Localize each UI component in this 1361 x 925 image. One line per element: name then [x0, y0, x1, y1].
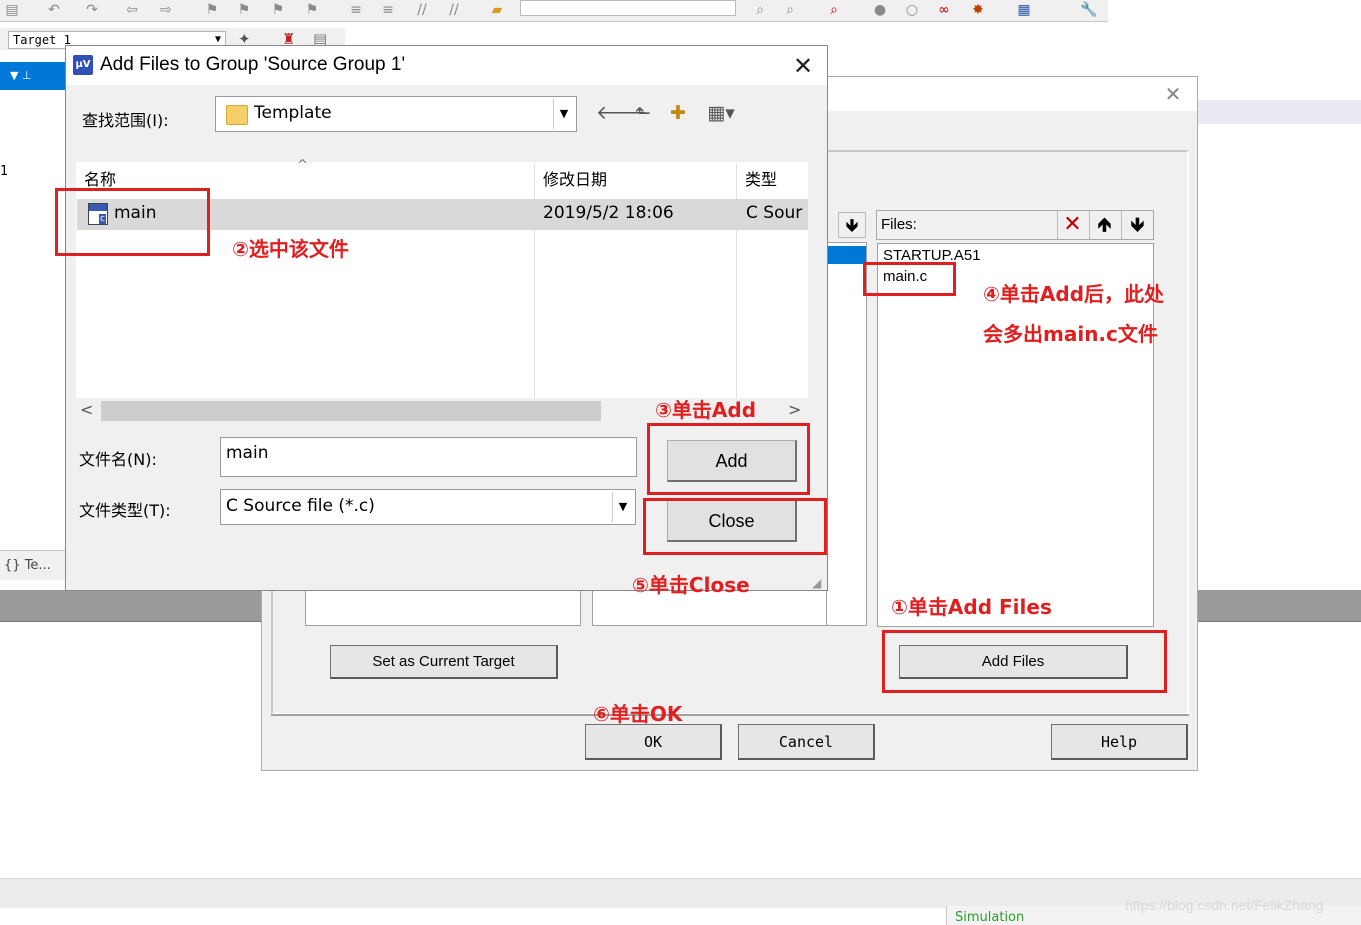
annotation-step3: ③单击Add — [655, 398, 757, 422]
file-date-cell: 2019/5/2 18:06 — [543, 203, 674, 223]
line-number: 1 — [0, 164, 9, 179]
up-folder-icon[interactable]: ⬑ — [630, 100, 656, 126]
filetype-label: 文件类型(T): — [79, 501, 171, 520]
selected-group-row[interactable] — [827, 246, 866, 264]
tools-icon[interactable]: 🔧 — [1080, 2, 1097, 18]
kill-breakpoints-icon[interactable]: ✸ — [970, 2, 986, 18]
toolbar-icon[interactable]: ▤ — [4, 2, 20, 18]
scrollbar-thumb[interactable] — [101, 401, 601, 421]
bookmark-prev-icon[interactable]: ⚑ — [236, 2, 252, 18]
groups-list-panel[interactable] — [826, 242, 867, 626]
ide-toolbar: ▤ ↶ ↷ ⇦ ⇨ ⚑ ⚑ ⚑ ⚑ ≡ ≡ // // ▰ ⌕ ⌕ ⌕ ● ○ … — [0, 0, 1108, 22]
comment-icon[interactable]: // — [414, 2, 430, 18]
project-tab-label: Te... — [24, 558, 51, 573]
filetype-value: C Source file (*.c) — [226, 496, 375, 516]
annotation-box-add — [647, 423, 810, 495]
bookmark-clear-icon[interactable]: ⚑ — [304, 2, 320, 18]
filename-input[interactable]: main — [220, 437, 637, 477]
watermark: https://blog.csdn.net/FelikZhang — [1125, 897, 1324, 913]
breakpoint-icon[interactable]: ○ — [904, 2, 920, 18]
close-icon[interactable]: ✕ — [788, 52, 818, 80]
look-in-value: Template — [254, 103, 332, 123]
editor-strip — [1198, 100, 1361, 124]
annotation-step1: ①单击Add Files — [891, 595, 1052, 619]
look-in-label: 查找范围(I): — [82, 111, 169, 130]
folder-icon — [226, 105, 248, 125]
annotation-step4-line2: 会多出main.c文件 — [983, 322, 1158, 346]
back-arrow-icon[interactable]: 🡐 — [596, 100, 647, 126]
delete-icon[interactable]: ✕ — [1057, 211, 1087, 239]
move-down-icon[interactable]: 🡻 — [1121, 211, 1153, 239]
column-header-date[interactable]: 修改日期 — [536, 163, 734, 199]
undo-icon[interactable]: ↶ — [46, 2, 62, 18]
search-icon[interactable]: ⌕ — [826, 2, 842, 18]
annotation-box-close — [643, 498, 827, 555]
project-tab[interactable]: {} Te... — [0, 550, 66, 580]
redo-icon[interactable]: ↷ — [84, 2, 100, 18]
find-combo[interactable] — [520, 0, 736, 16]
look-in-select[interactable]: Template ▼ — [215, 96, 577, 132]
window-icon[interactable]: ▦ — [1016, 2, 1032, 18]
close-icon[interactable]: ✕ — [1160, 82, 1186, 106]
unindent-icon[interactable]: ≡ — [380, 2, 396, 18]
move-down-icon[interactable]: 🡻 — [838, 212, 866, 238]
back-icon[interactable]: ⇦ — [124, 2, 140, 18]
bookmark-icon[interactable]: ⚑ — [204, 2, 220, 18]
annotation-step2: ②选中该文件 — [232, 237, 349, 261]
set-current-target-button[interactable]: Set as Current Target — [330, 645, 558, 679]
app-icon: µV — [73, 55, 93, 75]
file-type-cell: C Sour — [746, 203, 803, 223]
sort-caret-icon: ^ — [297, 158, 308, 173]
target-select-value: Target 1 — [13, 33, 71, 47]
filename-label: 文件名(N): — [79, 450, 157, 469]
divider — [271, 714, 1189, 716]
new-folder-icon[interactable]: ✚ — [665, 100, 691, 126]
files-label: Files: — [881, 216, 917, 233]
scroll-left-icon[interactable]: < — [80, 400, 93, 419]
scroll-right-icon[interactable]: > — [788, 400, 801, 419]
bookmark-next-icon[interactable]: ⚑ — [270, 2, 286, 18]
annotation-step6: ⑥单击OK — [593, 702, 683, 726]
annotation-box-add-files — [882, 630, 1167, 693]
debug-icon[interactable]: ● — [872, 2, 888, 18]
move-up-icon[interactable]: 🡹 — [1089, 211, 1119, 239]
dialog-title: Add Files to Group 'Source Group 1' — [100, 54, 406, 75]
ok-button[interactable]: OK — [585, 724, 722, 760]
find-icon[interactable]: ⌕ — [752, 2, 768, 18]
chevron-down-icon[interactable]: ▼ — [553, 99, 574, 129]
open-folder-icon[interactable]: ▰ — [489, 2, 505, 18]
column-header-type[interactable]: 类型 — [738, 163, 808, 199]
indent-icon[interactable]: ≡ — [348, 2, 364, 18]
project-panel-header: ▼ ⊥ — [0, 62, 70, 90]
resize-grip-icon[interactable]: ◢ — [812, 576, 821, 590]
filetype-select[interactable]: C Source file (*.c) ▼ — [220, 489, 636, 525]
view-menu-icon[interactable]: ▦▾ — [700, 100, 742, 126]
uncomment-icon[interactable]: // — [446, 2, 462, 18]
annotation-step4-line1: ④单击Add后，此处 — [983, 282, 1165, 306]
annotation-box-file — [55, 188, 210, 256]
chevron-down-icon[interactable]: ▼ — [612, 492, 633, 522]
forward-icon[interactable]: ⇨ — [158, 2, 174, 18]
help-button[interactable]: Help — [1051, 724, 1188, 760]
annotation-step5: ⑤单击Close — [632, 573, 750, 597]
templates-icon: {} — [4, 558, 21, 573]
cancel-button[interactable]: Cancel — [738, 724, 875, 760]
annotation-box-main-c — [863, 262, 956, 296]
find-files-icon[interactable]: ⌕ — [782, 2, 798, 18]
breakpoints-icon[interactable]: ∞ — [936, 2, 952, 18]
status-simulation: Simulation — [955, 910, 1025, 925]
